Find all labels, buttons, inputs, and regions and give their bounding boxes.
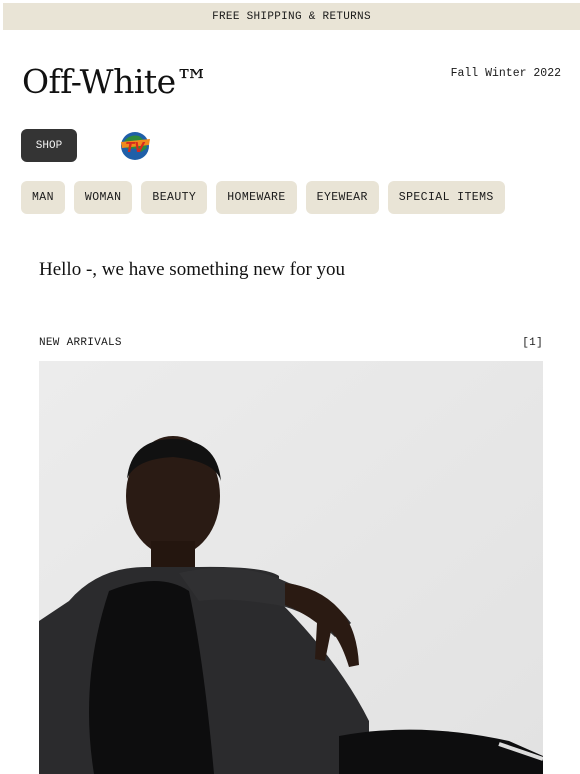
shop-button-label: SHOP [35, 139, 63, 152]
tv-icon-label: TV [126, 141, 146, 156]
category-label: SPECIAL ITEMS [398, 191, 494, 204]
category-label: WOMAN [84, 191, 122, 204]
category-homeware[interactable]: HOMEWARE [216, 181, 297, 214]
category-eyewear[interactable]: EYEWEAR [305, 181, 379, 214]
category-woman[interactable]: WOMAN [73, 181, 133, 214]
shipping-banner[interactable]: FREE SHIPPING & RETURNS [3, 3, 580, 30]
category-man[interactable]: MAN [21, 181, 65, 214]
category-beauty[interactable]: BEAUTY [141, 181, 208, 214]
new-arrivals-header: NEW ARRIVALS [1] [39, 337, 543, 349]
shop-button[interactable]: SHOP [21, 129, 77, 162]
model-photo [39, 361, 543, 774]
brand-logo[interactable]: Off-White™ [22, 62, 209, 101]
section-count: [1] [522, 337, 543, 349]
shipping-banner-text: FREE SHIPPING & RETURNS [212, 10, 371, 23]
category-nav: MAN WOMAN BEAUTY HOMEWARE EYEWEAR SPECIA… [21, 181, 505, 214]
category-label: BEAUTY [152, 191, 197, 204]
section-title[interactable]: NEW ARRIVALS [39, 337, 122, 349]
season-label: Fall Winter 2022 [450, 67, 561, 80]
tv-icon[interactable]: TV [117, 128, 153, 162]
category-label: HOMEWARE [227, 191, 286, 204]
category-label: EYEWEAR [316, 191, 368, 204]
category-label: MAN [32, 191, 54, 204]
category-special-items[interactable]: SPECIAL ITEMS [387, 181, 505, 214]
greeting-text: Hello -, we have something new for you [39, 259, 346, 280]
hero-product-image[interactable] [39, 361, 543, 774]
